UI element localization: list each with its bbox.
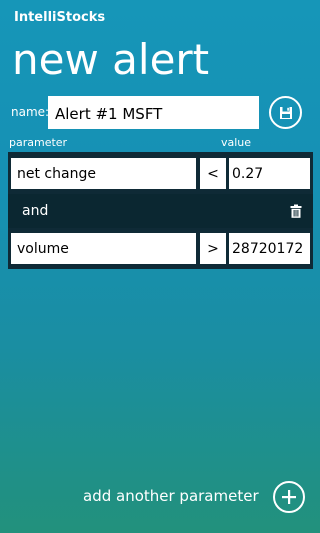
name-label: name: [11,105,50,119]
connector-label: and [22,203,49,219]
add-parameter-button[interactable] [273,481,305,513]
page-title: new alert [12,35,210,84]
condition-value-input[interactable]: 0.27 [229,158,310,189]
alert-name-input[interactable] [48,96,259,129]
value-column-header: value [221,136,252,149]
plus-icon [282,490,296,504]
connector-band [8,194,313,228]
app-title: IntelliStocks [14,10,106,25]
parameter-column-header: parameter [9,136,68,149]
condition-operator-select[interactable]: > [200,233,226,264]
save-button[interactable] [269,96,302,129]
condition-operator-select[interactable]: < [200,158,226,189]
condition-parameter-select[interactable]: volume [11,233,196,264]
condition-value-input[interactable]: 28720172 [229,233,310,264]
trash-icon[interactable] [290,204,302,218]
add-parameter-label[interactable]: add another parameter [83,487,259,505]
condition-parameter-select[interactable]: net change [11,158,196,189]
save-icon [279,106,292,119]
